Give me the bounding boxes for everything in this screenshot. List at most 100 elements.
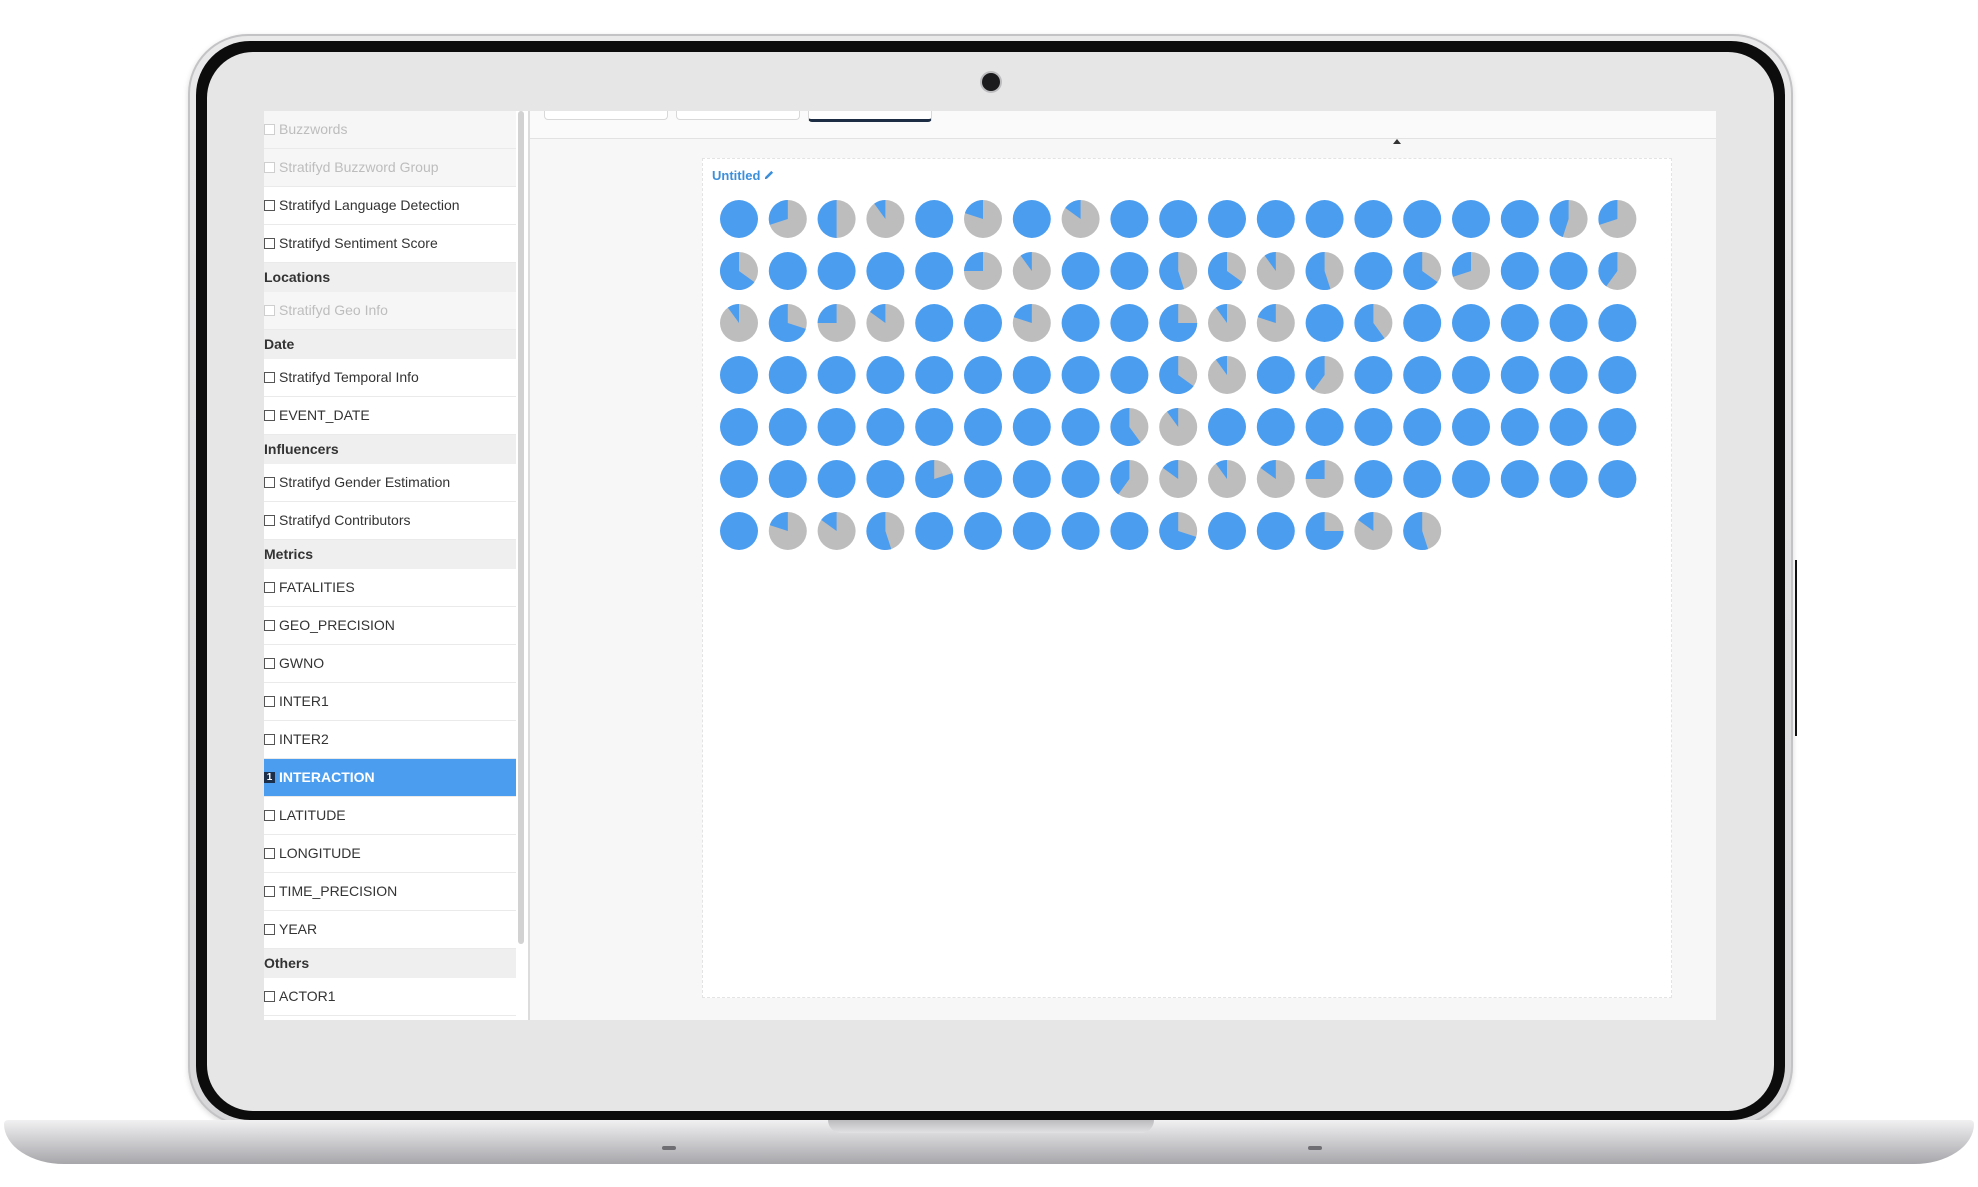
sidebar-field-item[interactable]: ACTOR1 (264, 978, 516, 1016)
pie-mark[interactable] (964, 252, 1002, 290)
pie-mark[interactable] (1403, 512, 1442, 550)
pie-mark[interactable] (1452, 460, 1490, 498)
tab-3[interactable] (808, 111, 932, 122)
pie-mark[interactable] (1403, 252, 1442, 290)
pie-mark[interactable] (1256, 460, 1295, 498)
pie-mark[interactable] (817, 512, 856, 550)
checkbox[interactable] (264, 477, 275, 488)
pie-mark[interactable] (866, 460, 905, 498)
sidebar-field-item[interactable]: EVENT_DATE (264, 397, 516, 435)
pie-mark[interactable] (1061, 200, 1100, 238)
pie-mark[interactable] (866, 408, 905, 446)
checkbox[interactable] (264, 886, 275, 897)
pie-mark[interactable] (1061, 356, 1100, 394)
widget-title[interactable]: Untitled (712, 168, 760, 183)
pie-mark[interactable] (964, 356, 1002, 394)
pie-mark[interactable] (1256, 200, 1295, 238)
pie-mark[interactable] (1305, 408, 1344, 446)
pie-mark[interactable] (720, 512, 758, 550)
pie-mark[interactable] (964, 408, 1002, 446)
pie-mark[interactable] (1354, 252, 1393, 290)
pie-mark[interactable] (1354, 304, 1393, 342)
pie-mark[interactable] (1500, 252, 1539, 290)
collapse-caret-icon[interactable] (1393, 139, 1401, 144)
pie-mark[interactable] (1012, 200, 1051, 238)
pie-mark[interactable] (1452, 252, 1490, 290)
pencil-icon[interactable] (763, 169, 775, 181)
pie-mark[interactable] (817, 200, 856, 238)
pie-mark[interactable] (1208, 460, 1246, 498)
pie-mark[interactable] (915, 460, 954, 498)
pie-mark[interactable] (1208, 408, 1246, 446)
sidebar-field-item[interactable]: 1 INTERACTION (264, 759, 516, 797)
sidebar-field-item[interactable]: YEAR (264, 911, 516, 949)
pie-mark[interactable] (1159, 408, 1198, 446)
pie-mark[interactable] (1354, 460, 1393, 498)
pie-mark[interactable] (1208, 200, 1246, 238)
pie-mark[interactable] (1208, 356, 1246, 394)
sidebar-field-item[interactable]: Stratifyd Contributors (264, 502, 516, 540)
sidebar-field-item[interactable]: Stratifyd Sentiment Score (264, 225, 516, 263)
checkbox[interactable] (264, 848, 275, 859)
pie-mark[interactable] (720, 408, 758, 446)
sidebar-field-item[interactable]: Stratifyd Gender Estimation (264, 464, 516, 502)
pie-mark[interactable] (1403, 356, 1442, 394)
pie-mark[interactable] (1305, 356, 1344, 394)
checkbox[interactable] (264, 238, 275, 249)
pie-mark[interactable] (964, 460, 1002, 498)
sidebar-field-item[interactable]: TIME_PRECISION (264, 873, 516, 911)
sidebar-field-item[interactable]: LONGITUDE (264, 835, 516, 873)
pie-mark[interactable] (1452, 408, 1490, 446)
pie-mark[interactable] (1256, 252, 1295, 290)
pie-mark[interactable] (768, 408, 807, 446)
pie-mark[interactable] (866, 512, 905, 550)
checkbox[interactable] (264, 991, 275, 1002)
pie-mark[interactable] (1500, 200, 1539, 238)
pie-mark[interactable] (915, 200, 954, 238)
pie-mark[interactable] (1403, 460, 1442, 498)
pie-mark[interactable] (1598, 356, 1637, 394)
pie-mark[interactable] (1061, 408, 1100, 446)
pie-mark[interactable] (768, 200, 807, 238)
pie-mark[interactable] (1208, 304, 1246, 342)
pie-mark[interactable] (1110, 408, 1149, 446)
checkbox[interactable]: 1 (264, 772, 275, 783)
pie-mark[interactable] (1256, 304, 1295, 342)
pie-mark[interactable] (1061, 460, 1100, 498)
pie-mark[interactable] (720, 304, 758, 342)
pie-mark[interactable] (1208, 512, 1246, 550)
checkbox[interactable] (264, 200, 275, 211)
pie-mark[interactable] (1159, 460, 1198, 498)
pie-mark[interactable] (720, 252, 758, 290)
pie-mark[interactable] (1012, 252, 1051, 290)
pie-mark[interactable] (768, 356, 807, 394)
checkbox[interactable] (264, 696, 275, 707)
pie-mark[interactable] (915, 304, 954, 342)
pie-mark[interactable] (915, 408, 954, 446)
pie-mark[interactable] (866, 200, 905, 238)
pie-mark[interactable] (1159, 356, 1198, 394)
sidebar-field-item[interactable]: Stratifyd Temporal Info (264, 359, 516, 397)
pie-mark[interactable] (1061, 512, 1100, 550)
pie-mark[interactable] (1061, 252, 1100, 290)
pie-mark[interactable] (915, 356, 954, 394)
pie-mark[interactable] (1110, 512, 1149, 550)
widget-title-row[interactable]: Untitled (712, 164, 775, 186)
pie-mark[interactable] (817, 356, 856, 394)
pie-mark[interactable] (1256, 512, 1295, 550)
sidebar-field-item[interactable]: LATITUDE (264, 797, 516, 835)
pie-mark[interactable] (1549, 200, 1588, 238)
pie-mark[interactable] (1110, 252, 1149, 290)
pie-mark[interactable] (1549, 252, 1588, 290)
pie-mark[interactable] (1452, 356, 1490, 394)
pie-mark[interactable] (1549, 460, 1588, 498)
pie-mark[interactable] (1012, 408, 1051, 446)
checkbox[interactable] (264, 372, 275, 383)
checkbox[interactable] (264, 620, 275, 631)
pie-mark[interactable] (1159, 252, 1198, 290)
checkbox[interactable] (264, 658, 275, 669)
pie-mark[interactable] (1549, 356, 1588, 394)
tab-1[interactable] (544, 111, 668, 120)
pie-mark[interactable] (1159, 304, 1198, 342)
pie-mark[interactable] (817, 252, 856, 290)
